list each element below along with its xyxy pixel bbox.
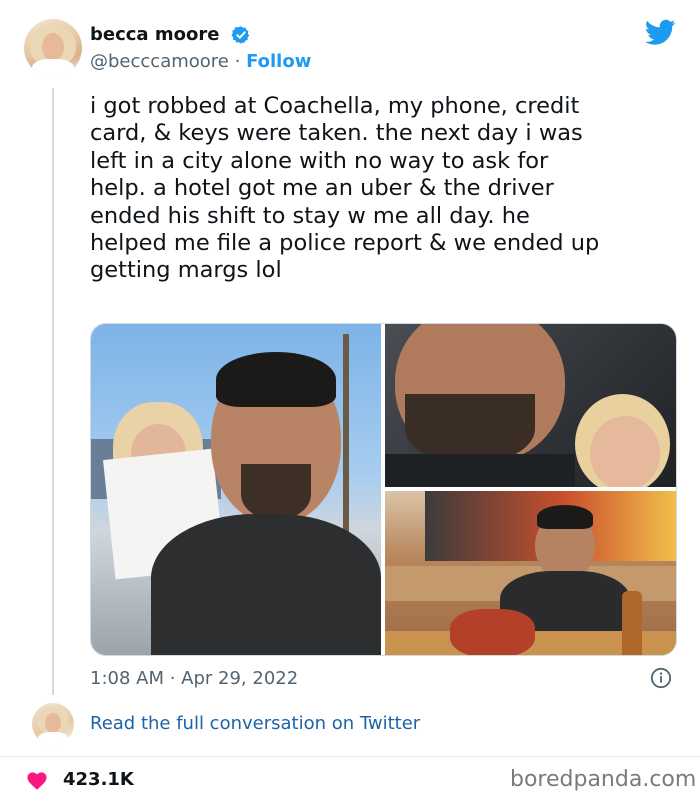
avatar-face (42, 33, 64, 61)
footer-divider (0, 756, 700, 757)
avatar-top (32, 59, 74, 77)
man-beard (241, 464, 311, 519)
tweet-text: i got robbed at Coachella, my phone, cre… (90, 93, 600, 284)
twitter-bird-icon[interactable] (645, 19, 676, 46)
man-hair (537, 505, 593, 529)
michelada-glass (450, 609, 535, 655)
author-handle-line: @becccamoore · Follow (90, 51, 311, 73)
boredpanda-watermark: boredpanda.com (510, 767, 697, 792)
beer-bottle (622, 591, 642, 655)
read-conversation-link[interactable]: Read the full conversation on Twitter (90, 712, 420, 736)
woman-face (590, 416, 660, 487)
palm-trunk (343, 334, 349, 534)
man-shirt (151, 514, 381, 655)
photo-restaurant[interactable] (385, 491, 676, 655)
like-count: 423.1K (63, 769, 134, 790)
photo-selfie-car[interactable] (385, 324, 676, 487)
avatar-top (38, 732, 68, 745)
author-handle[interactable]: @becccamoore (90, 51, 229, 72)
verified-badge-icon (231, 26, 250, 44)
thread-line (52, 88, 54, 695)
author-name[interactable]: becca moore (90, 24, 219, 46)
follow-button[interactable]: Follow (246, 51, 311, 72)
avatar-face (45, 713, 61, 733)
reply-avatar[interactable] (32, 703, 74, 745)
author-avatar[interactable] (24, 19, 82, 77)
info-icon[interactable] (650, 667, 672, 689)
photo-selfie-street[interactable] (91, 324, 381, 655)
handle-separator: · (234, 51, 241, 72)
man-hair (216, 352, 336, 407)
man-shirt (385, 454, 575, 487)
heart-icon[interactable] (26, 770, 48, 790)
media-grid[interactable] (90, 323, 677, 656)
tweet-timestamp[interactable]: 1:08 AM · Apr 29, 2022 (90, 667, 298, 691)
